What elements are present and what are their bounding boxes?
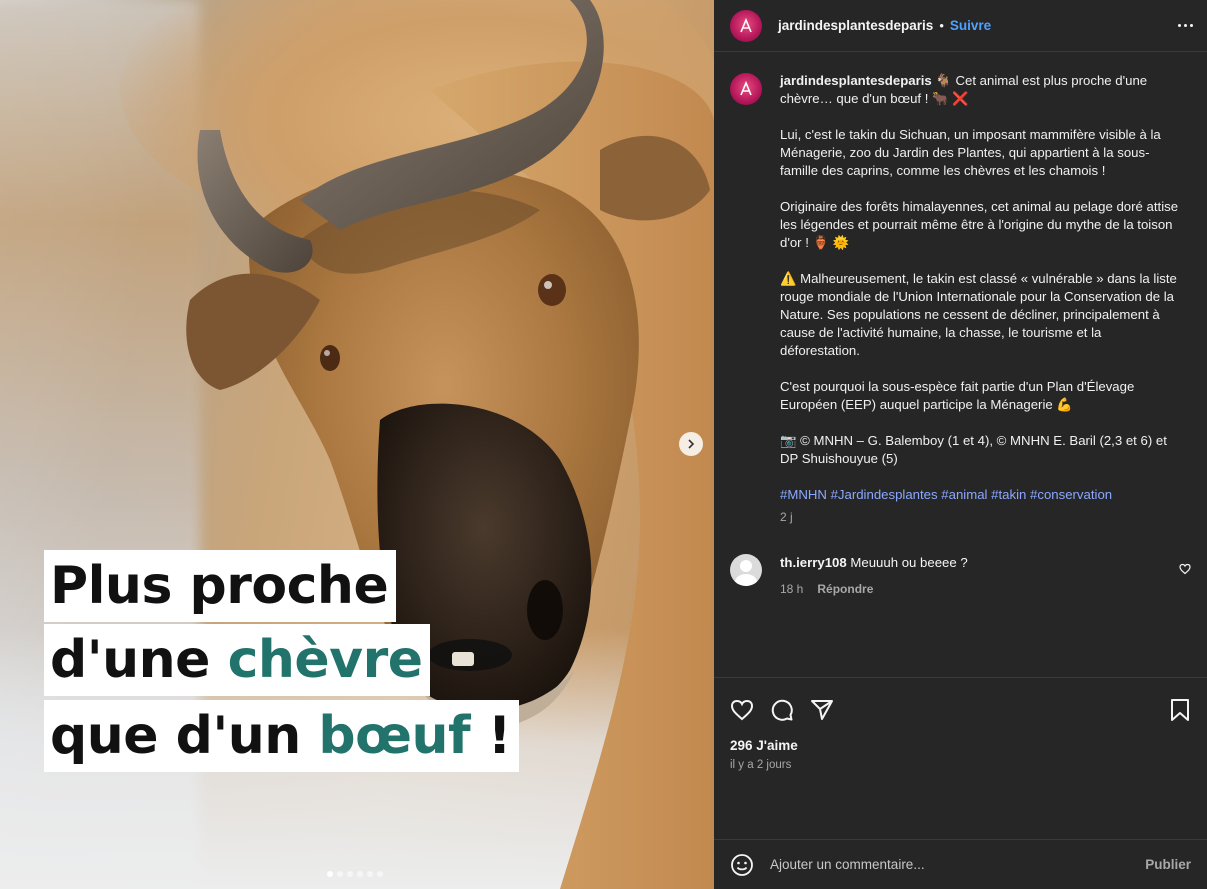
- overlay-line-text: d'une chèvre: [44, 624, 431, 696]
- more-icon[interactable]: [1178, 24, 1193, 27]
- hashtag-link[interactable]: #takin: [991, 487, 1026, 502]
- caption-paragraph: Lui, c'est le takin du Sichuan, un impos…: [780, 127, 1161, 178]
- hashtags: #MNHN #Jardindesplantes #animal #takin #…: [780, 486, 1184, 504]
- heart-icon: [730, 699, 754, 721]
- overlay-line-text: que d'un bœuf !: [44, 700, 519, 772]
- comment-button[interactable]: [770, 698, 794, 722]
- caption-paragraph: Originaire des forêts himalayennes, cet …: [780, 199, 1179, 250]
- header-separator: •: [939, 18, 944, 33]
- caption-time: 2 j: [780, 510, 793, 524]
- comment-meta: 18 h Répondre: [780, 580, 968, 598]
- comment-item: th.ierry108 Meuuuh ou beeee ? 18 h Répon…: [730, 554, 1191, 598]
- comment-time: 18 h: [780, 582, 804, 596]
- logo-icon: [740, 80, 752, 96]
- logo-icon: [740, 17, 752, 32]
- hashtag-link[interactable]: #animal: [941, 487, 987, 502]
- add-comment-bar: Publier: [714, 839, 1207, 889]
- comment-like-button[interactable]: [1179, 562, 1191, 580]
- hashtag-link[interactable]: #Jardindesplantes: [831, 487, 938, 502]
- caption-text: jardindesplantesdeparis 🐐 Cet animal est…: [780, 72, 1184, 526]
- comment-text: Meuuuh ou beeee ?: [850, 555, 968, 570]
- caption-paragraph: 📷 © MNHN – G. Balemboy (1 et 4), © MNHN …: [780, 433, 1167, 466]
- commenter-username[interactable]: th.ierry108: [780, 555, 847, 570]
- author-username[interactable]: jardindesplantesdeparis: [778, 18, 933, 33]
- follow-button[interactable]: Suivre: [950, 18, 991, 33]
- comment-icon: [771, 699, 793, 721]
- author-avatar[interactable]: [730, 73, 762, 105]
- heart-icon: [1179, 563, 1191, 575]
- post-media[interactable]: Plus proche d'une chèvre que d'un bœuf !: [0, 0, 714, 889]
- post-panel: jardindesplantesdeparis • Suivre jardind…: [714, 0, 1207, 889]
- overlay-text: que d'un: [50, 706, 319, 766]
- share-icon: [811, 700, 833, 720]
- carousel-dot[interactable]: [367, 871, 373, 877]
- overlay-text: !: [470, 706, 512, 766]
- publish-button[interactable]: Publier: [1145, 857, 1191, 872]
- share-button[interactable]: [810, 698, 834, 722]
- comment-content: th.ierry108 Meuuuh ou beeee ? 18 h Répon…: [780, 554, 968, 598]
- carousel-dot[interactable]: [327, 871, 333, 877]
- instagram-post: Plus proche d'une chèvre que d'un bœuf !: [0, 0, 1207, 889]
- save-button[interactable]: [1169, 698, 1191, 722]
- emoji-icon: [731, 853, 753, 876]
- post-date: il y a 2 jours: [730, 759, 792, 771]
- reply-button[interactable]: Répondre: [817, 580, 873, 598]
- post-caption: jardindesplantesdeparis 🐐 Cet animal est…: [730, 72, 1191, 526]
- carousel-dots: [327, 871, 383, 877]
- caption-paragraph: C'est pourquoi la sous-espèce fait parti…: [780, 379, 1135, 412]
- overlay-accent-text: chèvre: [227, 630, 423, 690]
- carousel-dot[interactable]: [347, 871, 353, 877]
- carousel-dot[interactable]: [357, 871, 363, 877]
- comment-input[interactable]: [770, 857, 1146, 872]
- emoji-button[interactable]: [730, 853, 754, 877]
- carousel-dot[interactable]: [377, 871, 383, 877]
- post-actions: 296 J'aime il y a 2 jours Publier: [714, 677, 1207, 889]
- likes-count[interactable]: 296 J'aime: [730, 738, 1191, 753]
- chevron-right-icon: [688, 439, 695, 449]
- carousel-dot[interactable]: [337, 871, 343, 877]
- commenter-avatar[interactable]: [730, 554, 762, 586]
- like-button[interactable]: [730, 698, 754, 722]
- overlay-line-text: Plus proche: [44, 550, 397, 622]
- hashtag-link[interactable]: #MNHN: [780, 487, 827, 502]
- overlay-caption: Plus proche d'une chèvre que d'un bœuf !: [44, 550, 519, 776]
- author-avatar[interactable]: [730, 9, 762, 42]
- overlay-line-3: que d'un bœuf !: [44, 700, 519, 772]
- action-icons: [730, 678, 1191, 738]
- bookmark-icon: [1171, 699, 1189, 721]
- next-slide-button[interactable]: [679, 432, 703, 456]
- overlay-line-1: Plus proche: [44, 550, 519, 622]
- hashtag-link[interactable]: #conservation: [1030, 487, 1112, 502]
- overlay-line-2: d'une chèvre: [44, 624, 519, 696]
- overlay-text: d'une: [50, 630, 228, 690]
- caption-username[interactable]: jardindesplantesdeparis: [780, 73, 932, 88]
- caption-paragraph: ⚠️ Malheureusement, le takin est classé …: [780, 271, 1177, 358]
- overlay-accent-text: bœuf: [318, 706, 471, 766]
- post-header: jardindesplantesdeparis • Suivre: [714, 0, 1207, 52]
